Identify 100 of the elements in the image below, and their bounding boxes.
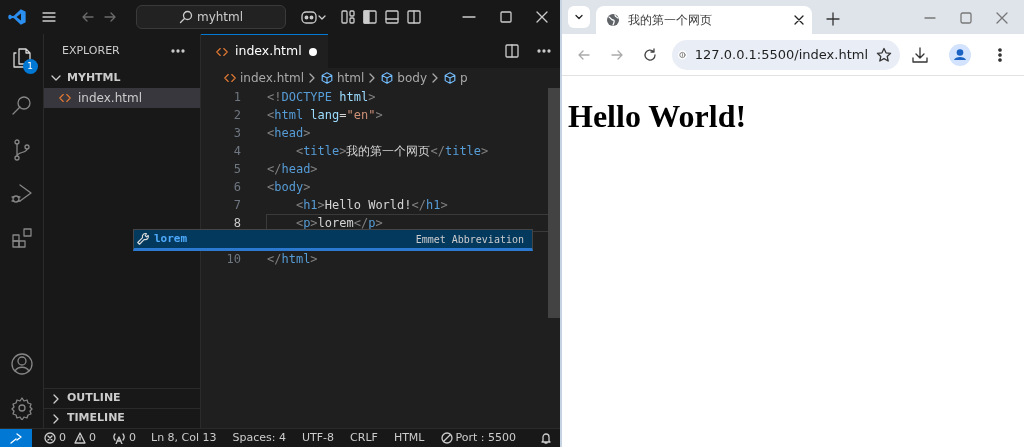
split-pane-icon bbox=[504, 43, 520, 59]
line-number: 3 bbox=[232, 125, 241, 142]
close-tab-button[interactable] bbox=[794, 15, 804, 25]
download-icon bbox=[911, 45, 929, 64]
line-number: 4 bbox=[232, 143, 241, 160]
cursor-position-button[interactable]: Ln 8, Col 13 bbox=[151, 429, 217, 447]
close-icon bbox=[794, 15, 804, 25]
minimize-icon bbox=[462, 16, 476, 18]
section-header[interactable]: OUTLINE bbox=[44, 388, 200, 408]
line-number: 6 bbox=[232, 179, 241, 196]
folder-row[interactable]: MYHTML bbox=[44, 68, 200, 88]
tab-title: 我的第一个网页 bbox=[628, 12, 713, 29]
indentation-button[interactable]: Spaces: 4 bbox=[232, 429, 286, 447]
bug-play-icon bbox=[9, 182, 34, 206]
line-number: 10 bbox=[225, 251, 241, 268]
close-button[interactable] bbox=[536, 9, 548, 25]
notifications-button[interactable] bbox=[540, 432, 552, 444]
scrollbar-thumb[interactable] bbox=[548, 88, 560, 318]
cube-icon bbox=[443, 71, 457, 85]
page-heading: Hello World! bbox=[568, 97, 748, 136]
chevron-icon bbox=[307, 72, 317, 84]
maximize-button[interactable] bbox=[500, 9, 512, 25]
minimize-icon bbox=[924, 17, 936, 19]
line-number: 2 bbox=[232, 107, 241, 124]
error-icon bbox=[44, 432, 56, 444]
kebab-menu-icon bbox=[997, 46, 1003, 63]
remote-icon bbox=[9, 431, 23, 445]
tab-search-button[interactable] bbox=[568, 6, 590, 28]
language-button[interactable]: HTML bbox=[393, 429, 425, 447]
run-debug-button[interactable] bbox=[9, 182, 34, 206]
encoding-button[interactable]: UTF-8 bbox=[302, 429, 335, 447]
star-icon bbox=[876, 46, 892, 63]
layout-button[interactable] bbox=[362, 9, 378, 25]
settings-icon bbox=[9, 396, 34, 420]
close-icon bbox=[536, 11, 548, 23]
search-icon bbox=[178, 10, 193, 24]
line-ending-button[interactable]: CRLF bbox=[350, 429, 378, 447]
copilot-button[interactable] bbox=[300, 9, 326, 25]
layout-button[interactable] bbox=[406, 9, 422, 25]
blocks-icon bbox=[9, 226, 34, 250]
remote-button[interactable] bbox=[0, 428, 32, 447]
suggestion-item[interactable]: lorem Emmet Abbreviation bbox=[133, 229, 533, 251]
code-line: <!DOCTYPE html> bbox=[266, 89, 377, 106]
errors-button[interactable]: 0 bbox=[44, 429, 66, 447]
line-number: 1 bbox=[232, 89, 241, 106]
broadcast-icon bbox=[112, 432, 126, 444]
account-icon bbox=[9, 352, 34, 376]
profile-button[interactable] bbox=[948, 42, 972, 67]
line-number: 7 bbox=[232, 197, 241, 214]
ports-button[interactable]: 0 bbox=[112, 429, 136, 447]
editor-tab[interactable]: index.html bbox=[201, 34, 328, 68]
plus-icon bbox=[826, 12, 840, 26]
breadcrumb-item[interactable]: html bbox=[320, 69, 365, 87]
split-editor-button[interactable] bbox=[504, 43, 520, 59]
panel-toggle-icon bbox=[384, 9, 400, 25]
new-tab-button[interactable] bbox=[826, 12, 840, 26]
html-file-icon bbox=[223, 71, 237, 85]
code-line: <head> bbox=[266, 125, 312, 142]
layout-button[interactable] bbox=[340, 9, 356, 25]
split-pane-icon bbox=[406, 9, 422, 25]
code-line: <title>我的第一个网页</title> bbox=[294, 143, 490, 160]
wrench-icon bbox=[136, 232, 150, 246]
warnings-button[interactable]: 0 bbox=[74, 429, 96, 447]
suggestion-detail: Emmet Abbreviation bbox=[415, 232, 524, 247]
breadcrumb-item[interactable]: index.html bbox=[223, 69, 304, 87]
accounts-button[interactable] bbox=[9, 352, 34, 376]
code-line: <body> bbox=[266, 179, 312, 196]
line-number: 8 bbox=[232, 215, 241, 232]
breadcrumb-item[interactable]: p bbox=[443, 69, 468, 87]
browser-tab[interactable]: 我的第一个网页 bbox=[596, 6, 812, 34]
file-item[interactable]: index.html bbox=[44, 88, 200, 108]
notification-count: 1 bbox=[22, 59, 38, 74]
code-line: </html> bbox=[266, 251, 319, 268]
extensions-button[interactable] bbox=[9, 226, 34, 250]
cube-icon bbox=[320, 71, 334, 85]
breadcrumb-item[interactable]: body bbox=[380, 69, 427, 87]
code-line: <html lang="en"> bbox=[266, 107, 384, 124]
settings-button[interactable] bbox=[9, 396, 34, 420]
search-field[interactable]: myhtml bbox=[136, 5, 286, 29]
layout-button[interactable] bbox=[384, 9, 400, 25]
line-number: 5 bbox=[232, 161, 241, 178]
suggestion-label: lorem bbox=[154, 230, 188, 247]
close-icon bbox=[996, 12, 1008, 24]
chevron-icon bbox=[430, 72, 440, 84]
cube-icon bbox=[380, 71, 395, 85]
sidebar-toggle-icon bbox=[362, 9, 378, 25]
app-logo-icon bbox=[8, 8, 26, 26]
section-header[interactable]: TIMELINE bbox=[44, 408, 200, 428]
avatar-icon bbox=[949, 43, 971, 66]
maximize-icon bbox=[960, 12, 972, 24]
live-server-button[interactable]: Port : 5500 bbox=[440, 429, 516, 447]
blocked-icon bbox=[440, 432, 453, 444]
warning-icon bbox=[74, 432, 86, 444]
bell-icon bbox=[540, 432, 552, 444]
address-bar[interactable]: 127.0.0.1:5500/index.html bbox=[672, 39, 900, 70]
maximize-icon bbox=[500, 11, 512, 23]
chevron-icon bbox=[574, 12, 584, 22]
robot-icon bbox=[300, 9, 326, 25]
sidebar-title: EXPLORER bbox=[62, 42, 120, 59]
explorer-button[interactable]: 1 bbox=[5, 42, 38, 74]
